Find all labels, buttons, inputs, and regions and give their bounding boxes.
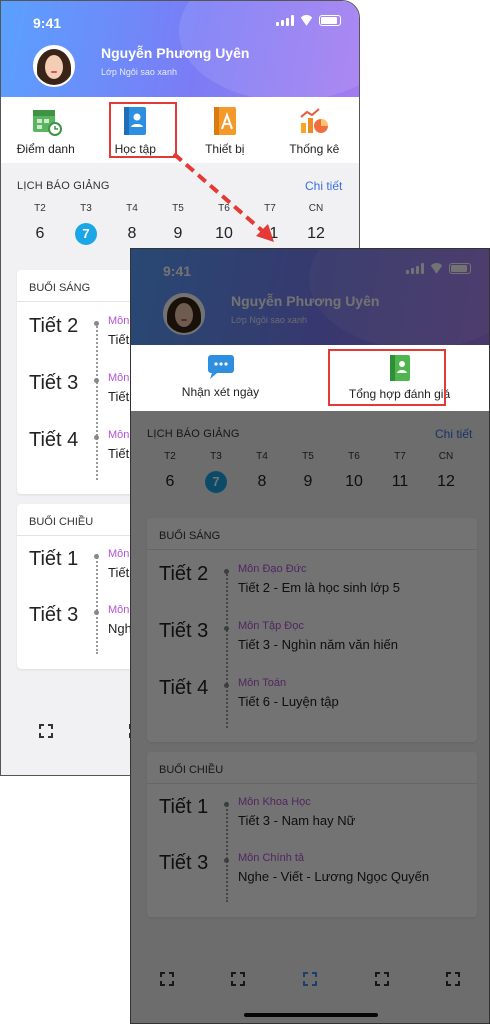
schedule-detail-link[interactable]: Chi tiết [305,179,342,193]
day-item[interactable]: T2 6 [17,203,63,246]
timeline-dot [94,378,99,383]
day-name: T4 [126,203,138,214]
subject-label: Môn [108,604,130,616]
submenu-daily-comment-label: Nhận xét ngày [181,385,260,399]
menu-attendance-label: Điểm danh [16,142,75,156]
day-date: 6 [17,222,63,246]
device-icon [209,105,241,137]
fullscreen-icon[interactable] [39,724,53,738]
subject-label: Môn [108,548,130,560]
chat-icon [206,354,236,380]
lesson-label: Tiết [108,446,130,461]
subject-label: Môn [108,429,130,441]
afternoon-title: BUỔI CHIỀU [29,516,94,528]
lesson-label: Tiết [108,389,130,404]
signal-icon [276,15,294,26]
day-date: 8 [109,222,155,246]
study-submenu: Nhận xét ngày Tổng hợp đánh giá [131,345,489,411]
menu-study[interactable]: Học tập [91,97,181,163]
day-name: T3 [80,203,92,214]
day-item[interactable]: CN 12 [293,203,339,246]
subject-label: Môn [108,315,130,327]
day-name: T2 [34,203,46,214]
day-name: CN [308,203,324,214]
lesson-label: Tiết [108,332,130,347]
period-label: Tiết 2 [29,315,79,337]
submenu-summary-eval-label: Tổng hợp đánh giá [348,387,451,401]
menu-attendance[interactable]: Điểm danh [1,97,91,163]
user-name: Nguyễn Phương Uyên [101,45,250,61]
screen-study-submenu: 9:41 Nguyễn Phương Uyên Lớp Ngôi sao xan… [130,248,490,1024]
day-date-value: 6 [35,225,45,242]
morning-title: BUỔI SÁNG [29,282,91,294]
period-label: Tiết 3 [29,604,79,626]
battery-icon [319,15,341,26]
day-date-value: 8 [127,225,137,242]
subject-label: Môn [108,372,130,384]
stats-icon [298,105,330,137]
timeline-dot [94,610,99,615]
status-icons [276,15,341,26]
period-label: Tiết 4 [29,429,79,451]
attendance-icon [30,105,62,137]
timeline-dot [94,321,99,326]
day-item[interactable]: T3 7 [63,203,109,246]
report-icon [387,354,413,382]
timeline-dot [94,435,99,440]
period-label: Tiết 3 [29,372,79,394]
timeline-dot [94,554,99,559]
submenu-daily-comment[interactable]: Nhận xét ngày [131,345,310,411]
day-date: 7 [63,222,109,246]
submenu-summary-eval[interactable]: Tổng hợp đánh giá [310,345,489,411]
avatar[interactable] [33,45,75,87]
day-date: 12 [293,222,339,246]
day-date-value: 12 [307,225,325,242]
lesson-label: Tiết [108,565,130,580]
menu-study-label: Học tập [114,142,156,156]
schedule-title: LỊCH BÁO GIẢNG [17,180,110,192]
profile-header: 9:41 Nguyễn Phương Uyên Lớp Ngôi sao xan… [1,1,359,97]
transition-arrow [172,152,274,242]
user-class: Lớp Ngôi sao xanh [101,67,177,77]
wifi-icon [299,15,314,26]
status-time: 9:41 [33,15,62,31]
period-label: Tiết 1 [29,548,79,570]
day-item[interactable]: T4 8 [109,203,155,246]
study-icon [119,105,151,137]
day-date-value: 7 [75,223,97,245]
menu-stats-label: Thống kê [289,142,340,156]
